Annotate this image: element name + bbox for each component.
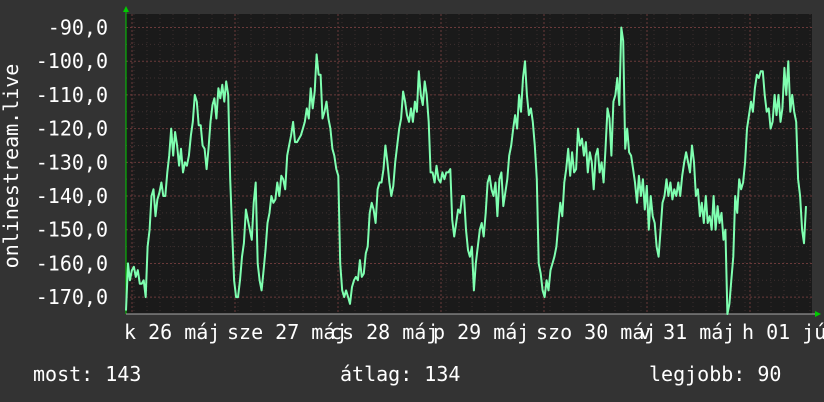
x-tick-label: h 01 jún xyxy=(742,320,824,344)
y-tick-label: -90,0 xyxy=(48,15,108,39)
x-tick-label: k 26 máj xyxy=(124,320,220,344)
y-tick-label: -120,0 xyxy=(36,117,108,141)
y-tick-label: -170,0 xyxy=(36,285,108,309)
x-tick-label: p 29 máj xyxy=(433,320,529,344)
x-tick-labels: k 26 máj sze 27 májcs 28 májp 29 máj szo 3… xyxy=(124,320,824,344)
y-tick-label: -100,0 xyxy=(36,49,108,73)
x-tick-label: cs 28 máj xyxy=(330,320,438,344)
y-tick-label: -140,0 xyxy=(36,184,108,208)
y-tick-label: -160,0 xyxy=(36,251,108,275)
y-tick-label: -150,0 xyxy=(36,218,108,242)
x-axis-arrow xyxy=(815,311,821,317)
chart: -90,0 -100,0 -110,0 -120,0 -130,0 -140,0 -150,… xyxy=(0,6,824,344)
y-tick-labels: -90,0 -100,0 -110,0 -120,0 -130,0 -140,0 -150,… xyxy=(36,15,108,309)
footer-current: most: 143 xyxy=(33,362,142,386)
y-axis-arrow xyxy=(123,6,129,12)
footer-best: legjobb: 90 xyxy=(649,362,782,386)
y-tick-label: -110,0 xyxy=(36,83,108,107)
y-tick-label: -130,0 xyxy=(36,150,108,174)
footer-average: átlag: 134 xyxy=(340,362,461,386)
x-tick-label: v 31 máj xyxy=(639,320,735,344)
y-axis-label: onlinestream.live xyxy=(0,64,23,269)
